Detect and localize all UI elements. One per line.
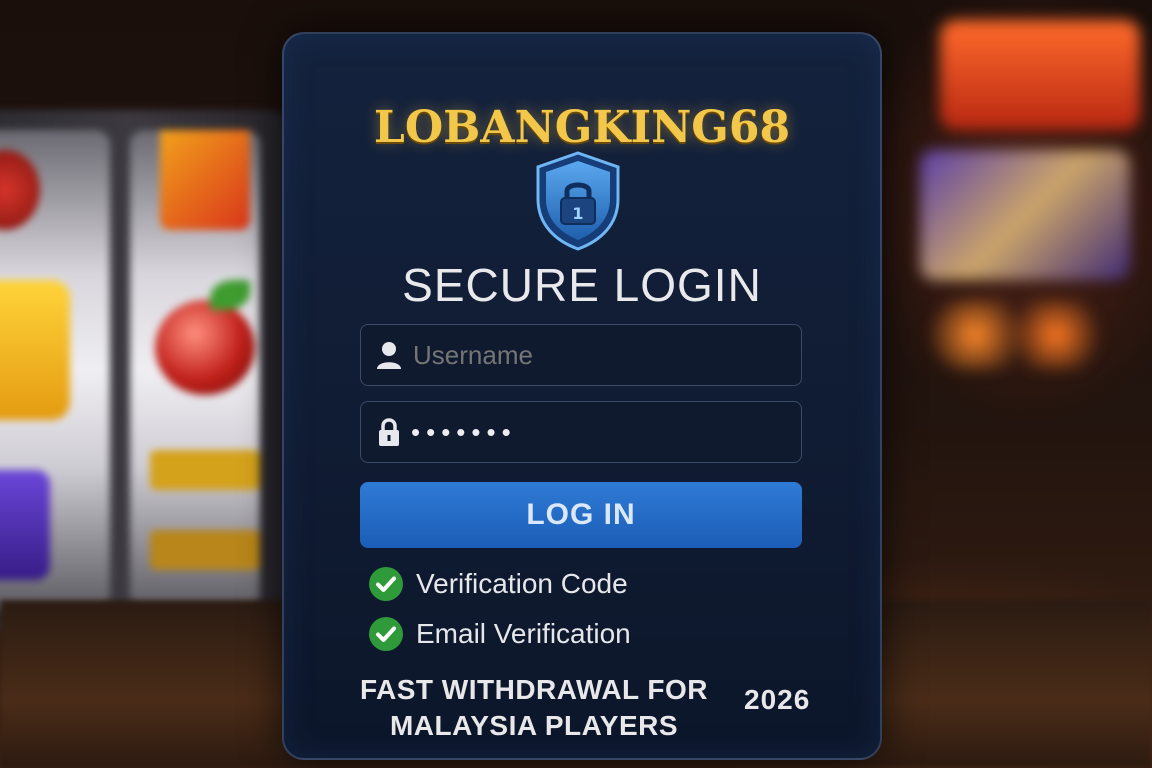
password-field[interactable]: •••••••: [360, 401, 802, 463]
machine-screen: [920, 150, 1130, 280]
reel-symbol-leaf: [210, 280, 250, 310]
password-input[interactable]: •••••••: [411, 417, 771, 448]
brand-logo-text: LOBANGKING68: [373, 102, 791, 153]
reel-symbol-bar: [150, 450, 260, 490]
feature-label: Email Verification: [416, 618, 631, 649]
machine-sign: [940, 20, 1140, 130]
shield-lock-icon: 1: [534, 149, 622, 253]
reel-symbol: [0, 470, 50, 580]
page-title: SECURE LOGIN: [402, 259, 762, 311]
username-field[interactable]: [360, 324, 802, 386]
reel-symbol-bar: [150, 530, 260, 570]
promo-line-1: FAST WITHDRAWAL FOR: [359, 674, 709, 705]
slot-reel: [0, 130, 110, 610]
lock-icon: [367, 401, 411, 463]
slot-reel: [130, 130, 260, 610]
promo-text: FAST WITHDRAWAL FOR MALAYSIA PLAYERS: [334, 672, 734, 744]
username-input[interactable]: [411, 338, 775, 372]
login-button[interactable]: LOG IN: [360, 482, 802, 548]
feature-email-verification: Email Verification: [368, 616, 631, 652]
feature-label: Verification Code: [416, 568, 628, 599]
reel-symbol-cherry: [155, 300, 255, 395]
machine-lights: [930, 300, 1110, 370]
feature-verification-code: Verification Code: [368, 566, 628, 602]
slot-machine-right: [900, 20, 1150, 400]
reel-symbol: [0, 280, 70, 420]
check-circle-icon: [369, 567, 403, 601]
reel-symbol: [0, 150, 40, 230]
user-icon: [367, 324, 411, 386]
login-card: LOBANGKING68 1 SECURE LOGIN Username •••…: [282, 32, 882, 760]
reel-symbol-seven: [160, 130, 250, 230]
slot-machine-left: [0, 110, 290, 630]
year-label: 2026: [744, 684, 811, 715]
check-circle-icon: [369, 617, 403, 651]
promo-line-2: MALAYSIA PLAYERS: [389, 710, 679, 741]
svg-text:1: 1: [572, 204, 583, 223]
